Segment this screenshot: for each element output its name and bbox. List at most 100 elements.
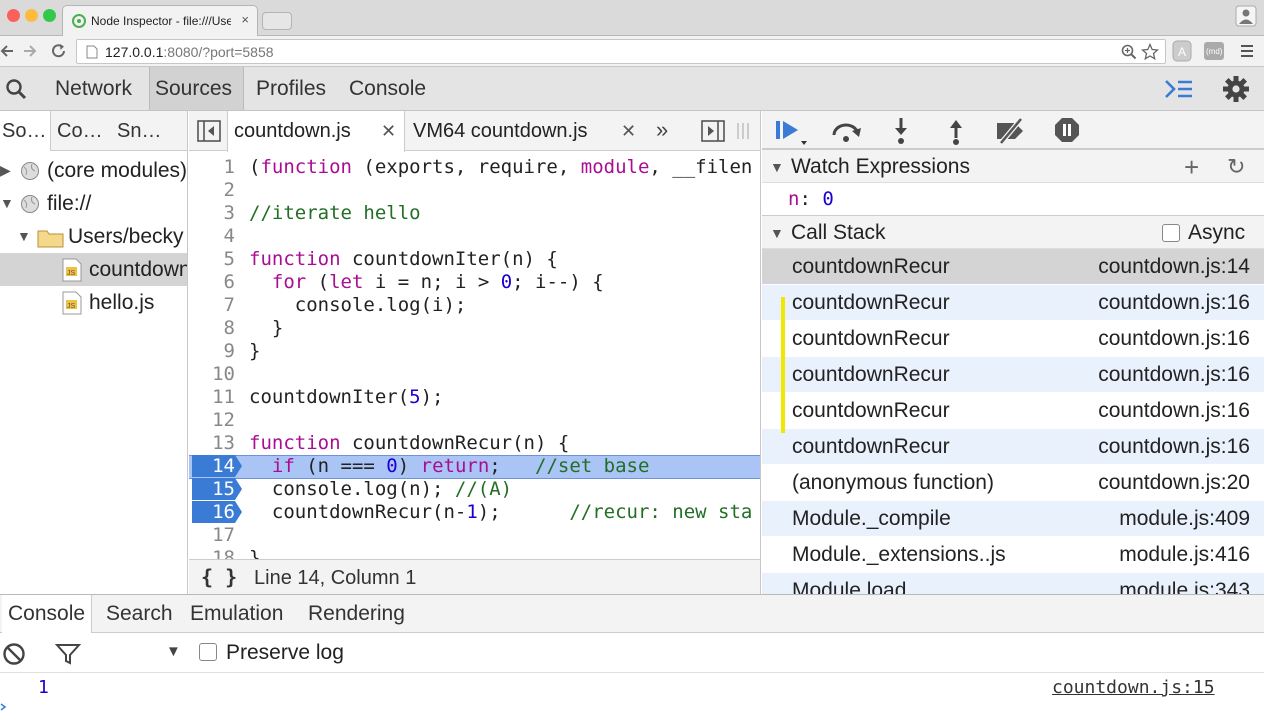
call-frame-location[interactable]: countdown.js:16 bbox=[1098, 321, 1250, 357]
call-frame-location[interactable]: countdown.js:20 bbox=[1098, 465, 1250, 501]
tree-arrow-icon[interactable]: ▶ bbox=[0, 154, 11, 187]
expand-arrow-icon[interactable]: ▼ bbox=[770, 216, 784, 250]
tab-profiles[interactable]: Profiles bbox=[251, 67, 331, 110]
call-frame[interactable]: countdownRecur countdown.js:16 bbox=[762, 357, 1264, 393]
watch-expression[interactable]: n: 0 bbox=[788, 188, 834, 210]
refresh-watch-icon[interactable]: ↻ bbox=[1227, 150, 1245, 184]
reload-icon[interactable] bbox=[50, 42, 68, 60]
tree-item-core-modules[interactable]: ▶ (core modules) bbox=[0, 154, 187, 187]
call-frame[interactable]: Module._compile module.js:409 bbox=[762, 501, 1264, 537]
line-number[interactable]: 7 bbox=[189, 294, 235, 316]
resume-icon[interactable] bbox=[774, 117, 812, 145]
menu-icon[interactable] bbox=[1239, 43, 1255, 59]
search-icon[interactable] bbox=[5, 78, 27, 100]
editor-tab-close-icon[interactable]: ✕ bbox=[381, 111, 396, 151]
tab-console[interactable]: Console bbox=[344, 67, 431, 110]
call-frame-location[interactable]: countdown.js:16 bbox=[1098, 357, 1250, 393]
pause-on-exceptions-icon[interactable] bbox=[1053, 116, 1081, 144]
filter-icon[interactable] bbox=[55, 643, 81, 665]
zoom-window-icon[interactable] bbox=[43, 9, 56, 22]
drawer-tab-console[interactable]: Console bbox=[2, 595, 93, 633]
tree-item-file[interactable]: ▼ file:// bbox=[0, 187, 187, 220]
context-dropdown-icon[interactable]: ▼ bbox=[166, 643, 181, 660]
line-number[interactable]: 8 bbox=[189, 317, 235, 339]
add-watch-icon[interactable]: + bbox=[1184, 150, 1199, 184]
drawer-tab-rendering[interactable]: Rendering bbox=[302, 595, 411, 633]
call-frame[interactable]: Module.load module.js:343 bbox=[762, 573, 1264, 594]
line-number[interactable]: 1 bbox=[189, 156, 235, 178]
call-frame-location[interactable]: module.js:416 bbox=[1119, 537, 1250, 573]
pane-resizer-icon[interactable] bbox=[736, 123, 750, 139]
nav-tab-snippets[interactable]: Sn… bbox=[117, 120, 161, 143]
call-frame[interactable]: countdownRecur countdown.js:16 bbox=[762, 429, 1264, 465]
editor-tab-vm64-countdown[interactable]: VM64 countdown.js ✕ bbox=[413, 111, 643, 151]
line-number[interactable]: 2 bbox=[189, 179, 235, 201]
call-frame[interactable]: countdownRecur countdown.js:16 bbox=[762, 285, 1264, 321]
browser-tab-close-icon[interactable]: × bbox=[241, 12, 249, 27]
call-frame-location[interactable]: module.js:409 bbox=[1119, 501, 1250, 537]
async-checkbox[interactable] bbox=[1162, 224, 1180, 242]
watch-expressions-header[interactable]: ▼ Watch Expressions + ↻ bbox=[762, 149, 1264, 183]
pretty-print-icon[interactable]: { } bbox=[201, 565, 237, 589]
extension-md-icon[interactable]: (md) bbox=[1203, 41, 1225, 61]
line-number[interactable]: 16 bbox=[189, 501, 235, 523]
toggle-debugger-icon[interactable] bbox=[701, 120, 725, 142]
step-into-icon[interactable] bbox=[890, 117, 912, 145]
call-frame-location[interactable]: countdown.js:16 bbox=[1098, 393, 1250, 429]
address-bar[interactable]: 127.0.0.1:8080/?port=5858 bbox=[76, 39, 1166, 64]
drawer-tab-search[interactable]: Search bbox=[100, 595, 179, 633]
minimize-window-icon[interactable] bbox=[25, 9, 38, 22]
line-number[interactable]: 14 bbox=[189, 455, 235, 477]
settings-gear-icon[interactable] bbox=[1221, 74, 1251, 104]
line-number[interactable]: 12 bbox=[189, 409, 235, 431]
call-frame[interactable]: countdownRecur countdown.js:16 bbox=[762, 321, 1264, 357]
line-number[interactable]: 17 bbox=[189, 524, 235, 546]
line-number[interactable]: 6 bbox=[189, 271, 235, 293]
close-window-icon[interactable] bbox=[7, 9, 20, 22]
tab-sources[interactable]: Sources bbox=[149, 67, 244, 110]
forward-icon[interactable] bbox=[22, 43, 38, 59]
deactivate-breakpoints-icon[interactable] bbox=[995, 117, 1027, 145]
editor-tab-countdown[interactable]: countdown.js ✕ bbox=[227, 111, 405, 152]
tree-arrow-icon[interactable]: ▼ bbox=[17, 220, 31, 253]
bookmark-star-icon[interactable] bbox=[1141, 43, 1159, 61]
step-over-icon[interactable] bbox=[830, 119, 862, 143]
preserve-log-checkbox[interactable] bbox=[199, 643, 217, 661]
tree-item-hello-js[interactable]: JS hello.js bbox=[0, 286, 187, 319]
browser-tab[interactable]: Node Inspector - file:///Use × bbox=[62, 5, 258, 36]
expand-arrow-icon[interactable]: ▼ bbox=[770, 150, 784, 184]
toggle-navigator-icon[interactable] bbox=[197, 120, 221, 142]
line-number[interactable]: 11 bbox=[189, 386, 235, 408]
tabs-overflow-icon[interactable]: » bbox=[656, 117, 668, 143]
drawer-tab-emulation[interactable]: Emulation bbox=[184, 595, 289, 633]
call-frame[interactable]: countdownRecur countdown.js:16 bbox=[762, 393, 1264, 429]
back-icon[interactable] bbox=[0, 43, 14, 59]
profile-icon[interactable] bbox=[1235, 5, 1257, 27]
tree-item-users-becky[interactable]: ▼ Users/becky bbox=[0, 220, 187, 253]
line-number[interactable]: 5 bbox=[189, 248, 235, 270]
line-number[interactable]: 13 bbox=[189, 432, 235, 454]
line-number[interactable]: 3 bbox=[189, 202, 235, 224]
line-number[interactable]: 4 bbox=[189, 225, 235, 247]
call-frame-location[interactable]: countdown.js:16 bbox=[1098, 429, 1250, 465]
tab-network[interactable]: Network bbox=[50, 67, 137, 110]
call-frame-location[interactable]: countdown.js:14 bbox=[1098, 249, 1250, 285]
editor-tab-close-icon[interactable]: ✕ bbox=[621, 111, 636, 151]
clear-console-icon[interactable] bbox=[2, 642, 26, 666]
nav-tab-sources[interactable]: So… bbox=[0, 111, 52, 151]
line-number[interactable]: 15 bbox=[189, 478, 235, 500]
console-drawer-toggle-icon[interactable] bbox=[1164, 78, 1194, 100]
line-number[interactable]: 9 bbox=[189, 340, 235, 362]
call-stack-header[interactable]: ▼ Call Stack Async bbox=[762, 215, 1264, 249]
zoom-icon[interactable] bbox=[1121, 44, 1137, 60]
call-frame[interactable]: (anonymous function) countdown.js:20 bbox=[762, 465, 1264, 501]
call-frame[interactable]: Module._extensions..js module.js:416 bbox=[762, 537, 1264, 573]
new-tab-button[interactable] bbox=[262, 12, 292, 30]
call-frame[interactable]: countdownRecur countdown.js:14 bbox=[762, 249, 1264, 285]
step-out-icon[interactable] bbox=[945, 117, 967, 145]
nav-tab-content-scripts[interactable]: Co… bbox=[57, 120, 103, 143]
call-frame-location[interactable]: countdown.js:16 bbox=[1098, 285, 1250, 321]
call-frame-location[interactable]: module.js:343 bbox=[1119, 573, 1250, 594]
tree-item-countdown-js[interactable]: JS countdown.js bbox=[0, 253, 187, 286]
console-source-link[interactable]: countdown.js:15 bbox=[1052, 677, 1215, 698]
